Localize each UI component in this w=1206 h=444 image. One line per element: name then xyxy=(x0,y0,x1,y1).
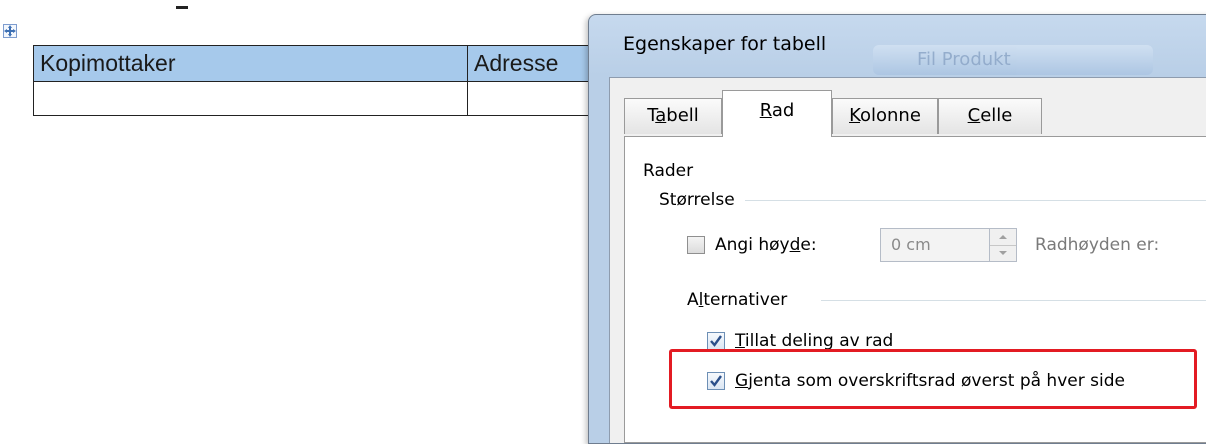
tab-celle[interactable]: Celle xyxy=(938,98,1042,134)
spin-down-icon[interactable] xyxy=(990,245,1016,261)
table-header-cell[interactable]: Adresse xyxy=(467,45,608,82)
tab-label: elle xyxy=(980,105,1013,126)
table-move-handle-icon[interactable] xyxy=(3,24,17,38)
tab-label-accesskey: C xyxy=(967,105,981,126)
label-text: e: xyxy=(800,235,817,255)
tab-label: ad xyxy=(771,100,795,121)
table-header-row[interactable]: Kopimottaker Adresse xyxy=(33,45,608,82)
text-cursor-mark xyxy=(176,6,188,9)
angi-hoyde-checkbox[interactable] xyxy=(687,236,705,254)
group-divider xyxy=(821,300,1206,301)
table-header-cell[interactable]: Kopimottaker xyxy=(33,45,468,82)
dialog-title: Egenskaper for tabell xyxy=(623,33,827,55)
table-row[interactable] xyxy=(33,81,608,116)
row-height-is-label: Radhøyden er: xyxy=(1035,235,1160,255)
allow-row-split-checkbox[interactable] xyxy=(707,332,725,350)
background-window-tab: Fil Produkt xyxy=(873,45,1153,75)
row-height-input[interactable]: 0 cm xyxy=(880,228,990,262)
tab-label: olonne xyxy=(860,105,921,126)
label-text: ternativer xyxy=(703,290,788,310)
checkmark-icon xyxy=(710,335,722,347)
tab-label: bell xyxy=(666,105,699,126)
tab-label-accesskey: R xyxy=(759,100,772,121)
table-cell[interactable] xyxy=(33,81,468,116)
background-window-tab-label: Fil Produkt xyxy=(917,49,1011,70)
allow-row-split-label[interactable]: Tillat deling av rad xyxy=(735,331,893,351)
group-label-storrelse: Størrelse xyxy=(659,190,735,210)
document-table[interactable]: Kopimottaker Adresse xyxy=(33,45,608,116)
spin-up-icon[interactable] xyxy=(990,229,1016,246)
label-text: Angi høy xyxy=(715,235,790,255)
highlight-annotation-box xyxy=(669,349,1197,409)
label-text: illat deling av rad xyxy=(744,331,894,351)
label-accesskey: T xyxy=(735,331,745,351)
group-divider xyxy=(745,200,1206,201)
tab-label-accesskey: K xyxy=(849,105,860,126)
group-label-alternativer: Alternativer xyxy=(687,290,787,310)
row-height-spinner[interactable] xyxy=(989,228,1017,262)
dialog-titlebar[interactable]: Egenskaper for tabell Fil Produkt xyxy=(589,15,1206,77)
table-cell[interactable] xyxy=(467,81,608,116)
tab-tabell[interactable]: Tabell xyxy=(624,98,722,134)
section-title-rader: Rader xyxy=(643,161,694,181)
tab-label-accesskey: a xyxy=(655,105,667,126)
tab-rad[interactable]: Rad xyxy=(722,90,832,137)
label-accesskey: d xyxy=(789,235,801,255)
tab-kolonne[interactable]: Kolonne xyxy=(832,98,938,134)
label-text: A xyxy=(687,290,699,310)
angi-hoyde-label[interactable]: Angi høyde: xyxy=(715,235,817,255)
